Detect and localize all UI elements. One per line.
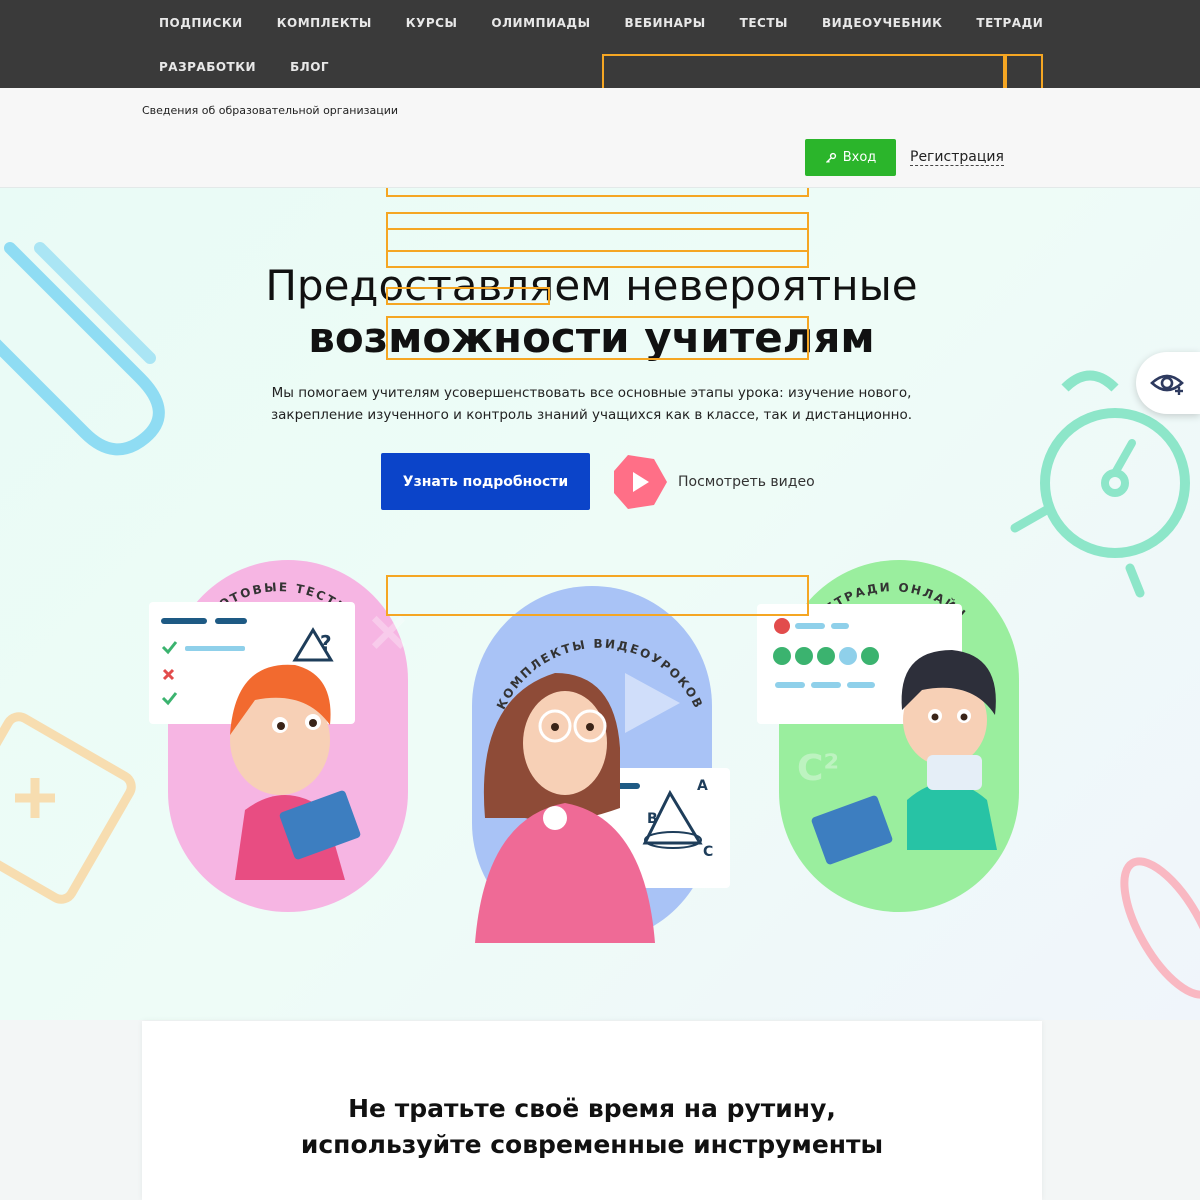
play-icon — [614, 455, 667, 509]
nav-item-webinars[interactable]: ВЕБИНАРЫ — [608, 14, 723, 32]
register-link[interactable]: Регистрация — [910, 149, 1004, 166]
learn-more-button[interactable]: Узнать подробности — [381, 453, 590, 510]
login-label: Вход — [842, 150, 877, 165]
svg-text:B: B — [647, 811, 658, 827]
nav-item-subscriptions[interactable]: ПОДПИСКИ — [142, 14, 260, 32]
card-ready-tests[interactable]: ГОТОВЫЕ ТЕСТЫ ? × — [145, 550, 415, 915]
svg-text:C²: C² — [797, 748, 839, 789]
nav-row-1: ПОДПИСКИ КОМПЛЕКТЫ КУРСЫ ОЛИМПИАДЫ ВЕБИН… — [142, 14, 1060, 32]
overlay-box — [386, 575, 809, 616]
org-info-link[interactable]: Сведения об образовательной организации — [142, 104, 398, 117]
hero-description: Мы помогаем учителям усовершенствовать в… — [270, 385, 913, 423]
watch-video-link[interactable]: Посмотреть видео — [610, 453, 815, 511]
routine-panel: Не тратьте своё время на рутину, использ… — [142, 1021, 1042, 1200]
watch-video-label: Посмотреть видео — [678, 474, 815, 490]
card-video-lessons[interactable]: КОМПЛЕКТЫ ВИДЕОУРОКОВ A B C — [445, 578, 745, 943]
hero-section: Предоставляем невероятные возможности уч… — [0, 188, 1200, 1020]
subheader: Сведения об образовательной организации … — [0, 88, 1200, 188]
key-icon — [825, 152, 836, 163]
overlay-box — [386, 287, 550, 305]
nav-item-notebooks[interactable]: ТЕТРАДИ — [959, 14, 1060, 32]
panel-title-line-2: используйте современные инструменты — [300, 1130, 884, 1159]
nav-item-tests[interactable]: ТЕСТЫ — [723, 14, 805, 32]
overlay-box — [386, 228, 809, 268]
nav-row-2: РАЗРАБОТКИ БЛОГ — [142, 58, 346, 76]
eye-icon — [1150, 374, 1184, 395]
panel-title-line-1: Не тратьте своё время на рутину, — [348, 1094, 836, 1123]
svg-text:?: ? — [320, 631, 332, 655]
nav-item-blog[interactable]: БЛОГ — [273, 58, 346, 76]
nav-item-courses[interactable]: КУРСЫ — [389, 14, 475, 32]
pin-icon — [1120, 857, 1200, 999]
svg-text:A: A — [697, 778, 708, 794]
calculator-icon — [0, 712, 136, 904]
accessibility-button[interactable] — [1136, 352, 1200, 414]
login-button[interactable]: Вход — [805, 139, 896, 176]
nav-item-video-textbook[interactable]: ВИДЕОУЧЕБНИК — [805, 14, 959, 32]
overlay-box — [386, 316, 809, 360]
overlay-box — [386, 188, 809, 197]
nav-item-kits[interactable]: КОМПЛЕКТЫ — [260, 14, 389, 32]
top-navigation: ПОДПИСКИ КОМПЛЕКТЫ КУРСЫ ОЛИМПИАДЫ ВЕБИН… — [0, 0, 1200, 93]
panel-title: Не тратьте своё время на рутину, использ… — [142, 1091, 1042, 1163]
nav-item-olympiads[interactable]: ОЛИМПИАДЫ — [474, 14, 607, 32]
nav-item-developments[interactable]: РАЗРАБОТКИ — [142, 58, 273, 76]
svg-text:C: C — [703, 844, 713, 860]
